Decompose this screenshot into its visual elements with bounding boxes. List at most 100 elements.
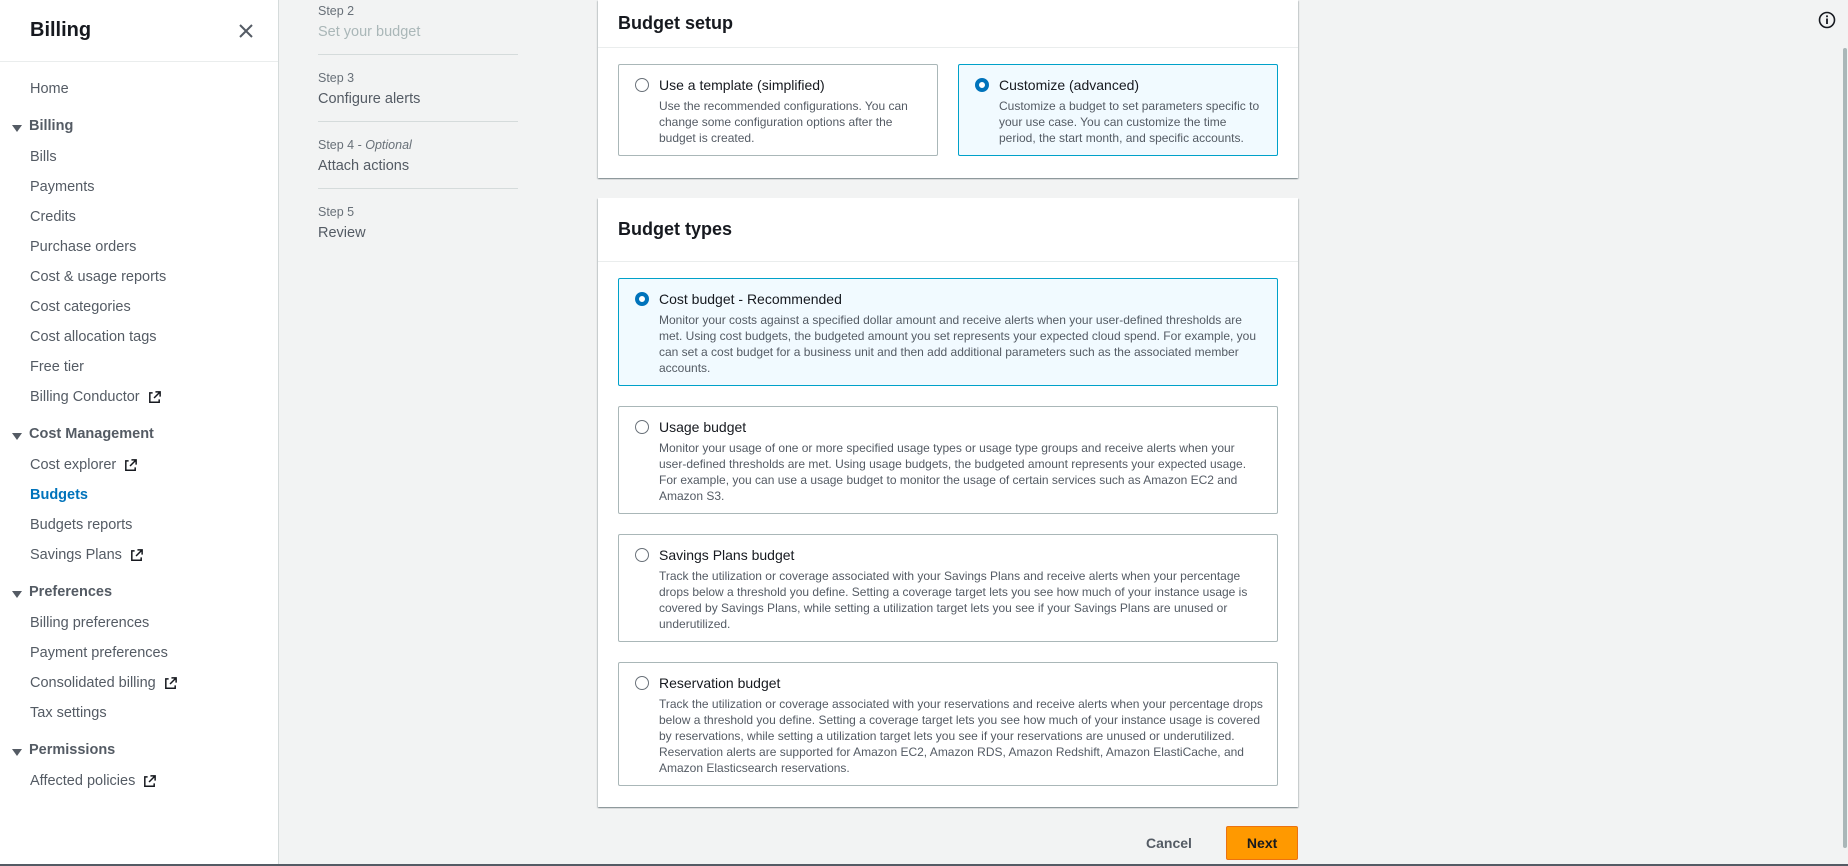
sidebar-item-payment-preferences[interactable]: Payment preferences [0, 638, 278, 668]
step-number-label: Step 3 [318, 71, 355, 85]
option-tile-usage-budget[interactable]: Usage budget Monitor your usage of one or… [618, 406, 1278, 514]
sidebar-item-label: Payments [30, 179, 95, 195]
info-icon[interactable] [1818, 11, 1836, 29]
sidebar-item-cost-explorer[interactable]: Cost explorer [0, 450, 278, 480]
external-link-icon [142, 774, 157, 789]
sidebar-item-label: Billing preferences [30, 615, 150, 631]
option-tile-reservation-budget[interactable]: Reservation budget Track the utilization … [618, 662, 1278, 786]
sidebar-item-purchase-orders[interactable]: Purchase orders [0, 232, 278, 262]
radio-button[interactable] [635, 548, 649, 562]
external-link-icon [129, 548, 144, 563]
sidebar-item-payments[interactable]: Payments [0, 172, 278, 202]
sidebar-item-home[interactable]: Home [0, 74, 278, 104]
sidebar-item-label: Savings Plans [30, 547, 122, 563]
caret-down-icon [12, 745, 22, 756]
sidebar-item-consolidated-billing[interactable]: Consolidated billing [0, 668, 278, 698]
cancel-button[interactable]: Cancel [1130, 827, 1208, 859]
next-button[interactable]: Next [1225, 826, 1299, 860]
step-number-label: Step 5 [318, 205, 355, 219]
step-number-label: Step 2 [318, 4, 355, 18]
budget-types-heading: Budget types [618, 219, 733, 239]
sidebar-item-label: Payment preferences [30, 645, 168, 661]
option-tile-use-a-template-simplified[interactable]: Use a template (simplified) Use the recom… [618, 64, 938, 156]
option-title: Usage budget [659, 419, 747, 435]
sidebar-section-label: Billing [29, 118, 74, 134]
sidebar-title: Billing [30, 19, 92, 41]
sidebar-sections: Billing Bills Payments Credits Purchase orde… [0, 110, 278, 796]
sidebar-item-cost-categories[interactable]: Cost categories [0, 292, 278, 322]
sidebar-section-cost-management[interactable]: Cost Management [0, 418, 278, 450]
close-icon[interactable] [234, 19, 258, 43]
budget-setup-body: Use a template (simplified) Use the recom… [598, 48, 1298, 176]
sidebar-item-label: Cost & usage reports [30, 269, 167, 285]
sidebar-item-label: Consolidated billing [30, 675, 156, 691]
wizard-footer: Cancel Next [1130, 826, 1299, 860]
radio-button[interactable] [975, 78, 989, 92]
step-number: Step 4 - Optional [318, 138, 518, 152]
option-title: Use a template (simplified) [659, 77, 825, 93]
sidebar-section-billing[interactable]: Billing [0, 110, 278, 142]
sidebar-item-affected-policies[interactable]: Affected policies [0, 766, 278, 796]
sidebar-item-billing-preferences[interactable]: Billing preferences [0, 608, 278, 638]
sidebar-section-label: Cost Management [29, 426, 154, 442]
step-name-configure-alerts[interactable]: Configure alerts [318, 91, 518, 107]
wizard-step: Step 4 - Optional Attach actions [318, 134, 518, 189]
step-name-review[interactable]: Review [318, 225, 518, 241]
option-description: Use the recommended configurations. You … [659, 99, 908, 145]
option-description: Customize a budget to set parameters spe… [999, 99, 1260, 145]
step-number: Step 2 [318, 4, 518, 18]
wizard-step: Step 2 Set your budget [318, 0, 518, 55]
sidebar-item-label: Bills [30, 149, 57, 165]
wizard-step: Step 3 Configure alerts [318, 67, 518, 122]
option-title: Cost budget - Recommended [659, 291, 842, 307]
sidebar-item-budgets-reports[interactable]: Budgets reports [0, 510, 278, 540]
wizard-steps: Step 2 Set your budget Step 3 Configure ale… [318, 0, 518, 267]
sidebar-section-label: Permissions [29, 742, 116, 758]
sidebar-item-free-tier[interactable]: Free tier [0, 352, 278, 382]
budget-types-options: Cost budget - Recommended Monitor your co… [618, 278, 1278, 786]
radio-button[interactable] [635, 420, 649, 434]
sidebar-item-label: Credits [30, 209, 76, 225]
step-name-set-your-budget: Set your budget [318, 24, 421, 40]
step-number: Step 5 [318, 205, 518, 219]
sidebar-item-label: Free tier [30, 359, 84, 375]
sidebar-section-preferences[interactable]: Preferences [0, 576, 278, 608]
radio-button[interactable] [635, 292, 649, 306]
sidebar-header: Billing [0, 0, 278, 62]
scrollbar-thumb[interactable] [1843, 48, 1847, 848]
sidebar-item-cost-and-usage-reports[interactable]: Cost & usage reports [0, 262, 278, 292]
sidebar-item-bills[interactable]: Bills [0, 142, 278, 172]
option-title: Savings Plans budget [659, 547, 795, 563]
option-description: Track the utilization or coverage associ… [659, 697, 1263, 775]
sidebar-item-label: Affected policies [30, 773, 136, 789]
step-number: Step 3 [318, 71, 518, 85]
sidebar-section-label: Preferences [29, 584, 113, 600]
caret-down-icon [12, 587, 22, 598]
sidebar-item-billing-conductor[interactable]: Billing Conductor [0, 382, 278, 412]
step-number-label: Step 4 - [318, 138, 366, 152]
sidebar-item-savings-plans[interactable]: Savings Plans [0, 540, 278, 570]
radio-button[interactable] [635, 676, 649, 690]
external-link-icon [147, 390, 162, 405]
budget-types-heading-row: Budget types [598, 198, 1298, 262]
budget-setup-panel: Budget setup Use a template (simplified)… [598, 0, 1298, 178]
option-tile-cost-budget-recommended[interactable]: Cost budget - Recommended Monitor your co… [618, 278, 1278, 386]
budget-setup-heading-row: Budget setup [598, 0, 1298, 48]
budget-setup-options: Use a template (simplified) Use the recom… [618, 64, 1278, 156]
radio-button[interactable] [635, 78, 649, 92]
budget-types-body: Cost budget - Recommended Monitor your co… [598, 262, 1298, 806]
sidebar-section-permissions[interactable]: Permissions [0, 734, 278, 766]
option-title: Reservation budget [659, 675, 781, 691]
sidebar-item-label: Budgets [30, 487, 88, 503]
sidebar-item-budgets[interactable]: Budgets [0, 480, 278, 510]
sidebar-item-label: Cost explorer [30, 457, 117, 473]
sidebar-item-label: Home [30, 81, 69, 97]
step-name-attach-actions[interactable]: Attach actions [318, 158, 518, 174]
sidebar-item-credits[interactable]: Credits [0, 202, 278, 232]
sidebar: Billing Home Billing Bills Payments Credits… [0, 0, 279, 866]
sidebar-item-cost-allocation-tags[interactable]: Cost allocation tags [0, 322, 278, 352]
budget-setup-heading: Budget setup [618, 13, 733, 33]
option-tile-customize-advanced[interactable]: Customize (advanced) Customize a budget t… [958, 64, 1278, 156]
sidebar-item-tax-settings[interactable]: Tax settings [0, 698, 278, 728]
option-tile-savings-plans-budget[interactable]: Savings Plans budget Track the utilizatio… [618, 534, 1278, 642]
